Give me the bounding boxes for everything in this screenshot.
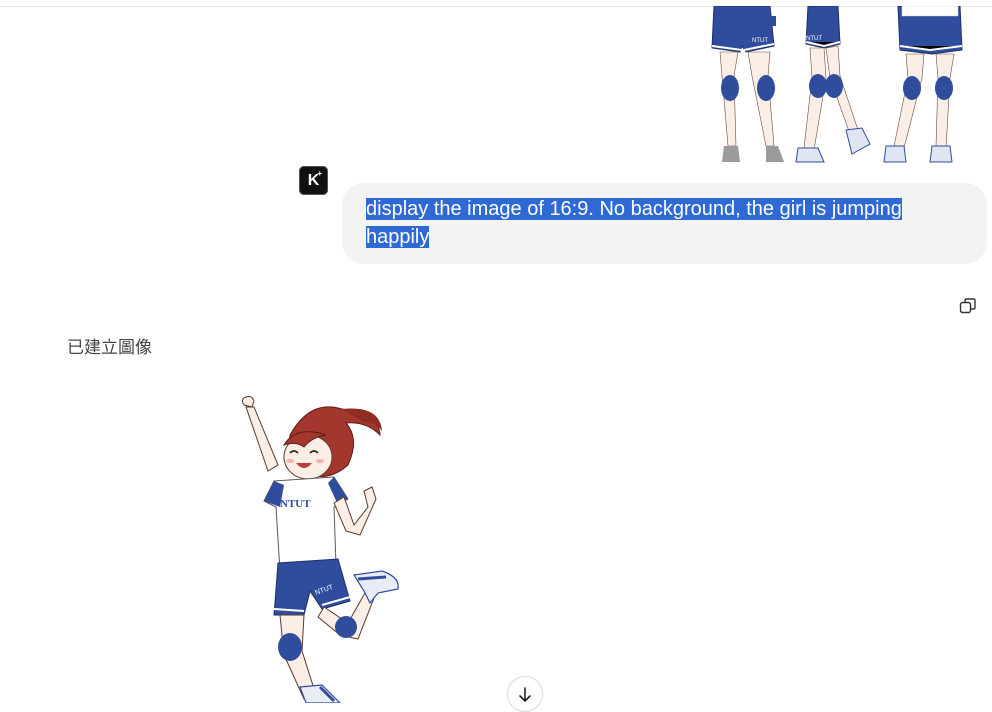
girl-figure: NTUT NTUT: [241, 396, 399, 703]
badge-plus-icon: +: [317, 169, 322, 178]
user-message-line-2: happily: [366, 226, 430, 248]
user-message-bubble: display the image of 16:9. No background…: [342, 183, 987, 264]
jersey-text-2: NTUT: [806, 36, 822, 42]
user-message-line-1: display the image of 16:9. No background…: [366, 198, 902, 220]
image-created-status: 已建立圖像: [67, 338, 152, 358]
arrow-down-icon: [519, 687, 531, 702]
scroll-down-button[interactable]: [507, 676, 543, 712]
user-message-text[interactable]: display the image of 16:9. No background…: [366, 195, 926, 251]
generated-image[interactable]: NTUT NTUT: [230, 395, 405, 703]
copy-icon[interactable]: [958, 296, 978, 316]
reference-figure-left: NTUT: [711, 6, 784, 162]
reference-figure-right: [883, 6, 963, 163]
jersey-text: NTUT: [752, 38, 768, 44]
previous-generated-image[interactable]: NTUT NTUT: [700, 6, 985, 168]
jersey-text-main: NTUT: [280, 498, 311, 510]
reference-figure-middle: NTUT: [795, 6, 871, 163]
app-badge-icon: K +: [299, 166, 328, 195]
